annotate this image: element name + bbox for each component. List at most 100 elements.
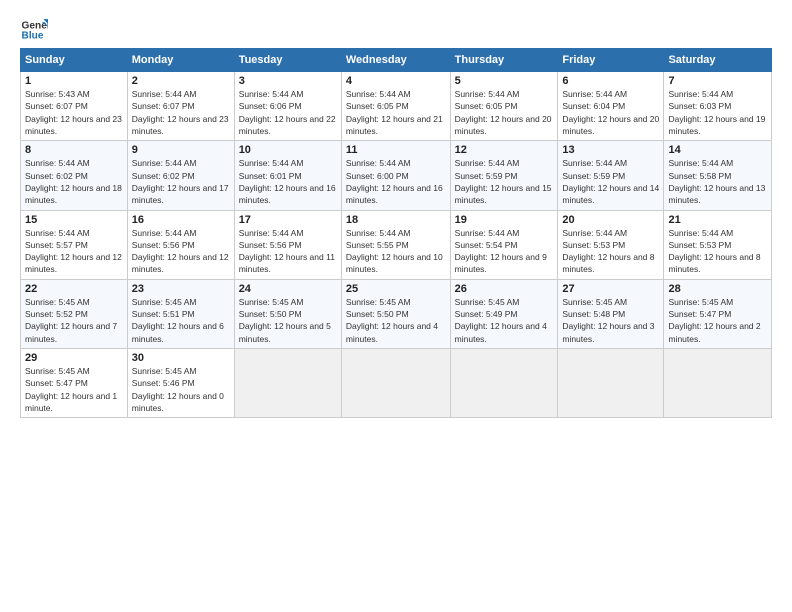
- day-number: 5: [455, 75, 554, 87]
- day-info: Sunrise: 5:44 AMSunset: 6:02 PMDaylight:…: [25, 158, 122, 205]
- day-number: 19: [455, 214, 554, 226]
- day-number: 28: [668, 283, 767, 295]
- day-number: 6: [562, 75, 659, 87]
- day-cell: 24Sunrise: 5:45 AMSunset: 5:50 PMDayligh…: [234, 279, 341, 348]
- day-info: Sunrise: 5:44 AMSunset: 5:54 PMDaylight:…: [455, 228, 547, 275]
- day-cell: [558, 349, 664, 418]
- day-cell: 19 Sunrise: 5:44 AMSunset: 5:54 PMDayligh…: [450, 210, 558, 279]
- day-cell: [341, 349, 450, 418]
- day-cell: 14Sunrise: 5:44 AMSunset: 5:58 PMDayligh…: [664, 141, 772, 210]
- day-cell: 26Sunrise: 5:45 AMSunset: 5:49 PMDayligh…: [450, 279, 558, 348]
- day-number: 25: [346, 283, 446, 295]
- day-info: Sunrise: 5:44 AMSunset: 6:02 PMDaylight:…: [132, 158, 229, 205]
- day-cell: 5 Sunrise: 5:44 AMSunset: 6:05 PMDaylight…: [450, 72, 558, 141]
- day-cell: 25 Sunrise: 5:45 AMSunset: 5:50 PMDayligh…: [341, 279, 450, 348]
- col-header-tuesday: Tuesday: [234, 49, 341, 72]
- day-number: 16: [132, 214, 230, 226]
- day-info: Sunrise: 5:44 AMSunset: 5:55 PMDaylight:…: [346, 228, 443, 275]
- day-info: Sunrise: 5:45 AMSunset: 5:50 PMDaylight:…: [346, 297, 438, 344]
- col-header-thursday: Thursday: [450, 49, 558, 72]
- day-cell: 10 Sunrise: 5:44 AMSunset: 6:01 PMDayligh…: [234, 141, 341, 210]
- day-cell: 2 Sunrise: 5:44 AMSunset: 6:07 PMDaylight…: [127, 72, 234, 141]
- day-number: 23: [132, 283, 230, 295]
- day-number: 24: [239, 283, 337, 295]
- day-info: Sunrise: 5:44 AMSunset: 5:53 PMDaylight:…: [668, 228, 760, 275]
- header: General Blue: [20, 16, 772, 44]
- day-cell: 11 Sunrise: 5:44 AMSunset: 6:00 PMDayligh…: [341, 141, 450, 210]
- day-info: Sunrise: 5:44 AMSunset: 5:57 PMDaylight:…: [25, 228, 122, 275]
- day-info: Sunrise: 5:44 AMSunset: 6:06 PMDaylight:…: [239, 89, 336, 136]
- day-info: Sunrise: 5:44 AMSunset: 5:53 PMDaylight:…: [562, 228, 654, 275]
- week-row-4: 22Sunrise: 5:45 AMSunset: 5:52 PMDayligh…: [21, 279, 772, 348]
- day-number: 13: [562, 144, 659, 156]
- day-info: Sunrise: 5:45 AMSunset: 5:52 PMDaylight:…: [25, 297, 117, 344]
- day-info: Sunrise: 5:45 AMSunset: 5:48 PMDaylight:…: [562, 297, 654, 344]
- col-header-saturday: Saturday: [664, 49, 772, 72]
- day-number: 7: [668, 75, 767, 87]
- day-info: Sunrise: 5:45 AMSunset: 5:46 PMDaylight:…: [132, 366, 224, 413]
- day-info: Sunrise: 5:45 AMSunset: 5:47 PMDaylight:…: [25, 366, 117, 413]
- day-cell: 17Sunrise: 5:44 AMSunset: 5:56 PMDayligh…: [234, 210, 341, 279]
- day-cell: 13 Sunrise: 5:44 AMSunset: 5:59 PMDayligh…: [558, 141, 664, 210]
- day-number: 27: [562, 283, 659, 295]
- week-row-2: 8 Sunrise: 5:44 AMSunset: 6:02 PMDaylight…: [21, 141, 772, 210]
- day-info: Sunrise: 5:44 AMSunset: 6:05 PMDaylight:…: [346, 89, 443, 136]
- day-cell: 1Sunrise: 5:43 AMSunset: 6:07 PMDaylight…: [21, 72, 128, 141]
- day-number: 11: [346, 144, 446, 156]
- day-cell: [450, 349, 558, 418]
- logo: General Blue: [20, 16, 48, 44]
- col-header-sunday: Sunday: [21, 49, 128, 72]
- day-cell: 29Sunrise: 5:45 AMSunset: 5:47 PMDayligh…: [21, 349, 128, 418]
- day-info: Sunrise: 5:44 AMSunset: 5:56 PMDaylight:…: [132, 228, 229, 275]
- day-cell: 7 Sunrise: 5:44 AMSunset: 6:03 PMDaylight…: [664, 72, 772, 141]
- day-info: Sunrise: 5:45 AMSunset: 5:51 PMDaylight:…: [132, 297, 224, 344]
- day-cell: 20 Sunrise: 5:44 AMSunset: 5:53 PMDayligh…: [558, 210, 664, 279]
- col-header-friday: Friday: [558, 49, 664, 72]
- week-row-1: 1Sunrise: 5:43 AMSunset: 6:07 PMDaylight…: [21, 72, 772, 141]
- day-cell: 28 Sunrise: 5:45 AMSunset: 5:47 PMDayligh…: [664, 279, 772, 348]
- day-number: 30: [132, 352, 230, 364]
- day-number: 14: [668, 144, 767, 156]
- week-row-3: 15 Sunrise: 5:44 AMSunset: 5:57 PMDayligh…: [21, 210, 772, 279]
- day-info: Sunrise: 5:44 AMSunset: 5:59 PMDaylight:…: [455, 158, 552, 205]
- week-row-5: 29Sunrise: 5:45 AMSunset: 5:47 PMDayligh…: [21, 349, 772, 418]
- day-number: 2: [132, 75, 230, 87]
- day-cell: [664, 349, 772, 418]
- day-cell: 6 Sunrise: 5:44 AMSunset: 6:04 PMDaylight…: [558, 72, 664, 141]
- day-cell: 8 Sunrise: 5:44 AMSunset: 6:02 PMDaylight…: [21, 141, 128, 210]
- day-info: Sunrise: 5:44 AMSunset: 6:00 PMDaylight:…: [346, 158, 443, 205]
- svg-text:Blue: Blue: [22, 31, 44, 42]
- day-number: 9: [132, 144, 230, 156]
- day-number: 8: [25, 144, 123, 156]
- day-cell: 23 Sunrise: 5:45 AMSunset: 5:51 PMDayligh…: [127, 279, 234, 348]
- day-info: Sunrise: 5:45 AMSunset: 5:49 PMDaylight:…: [455, 297, 547, 344]
- logo-icon: General Blue: [20, 16, 48, 44]
- day-info: Sunrise: 5:44 AMSunset: 6:07 PMDaylight:…: [132, 89, 229, 136]
- day-info: Sunrise: 5:45 AMSunset: 5:47 PMDaylight:…: [668, 297, 760, 344]
- day-number: 4: [346, 75, 446, 87]
- day-cell: 9 Sunrise: 5:44 AMSunset: 6:02 PMDaylight…: [127, 141, 234, 210]
- day-cell: 27 Sunrise: 5:45 AMSunset: 5:48 PMDayligh…: [558, 279, 664, 348]
- page: General Blue SundayMondayTuesdayWednesda…: [0, 0, 792, 428]
- day-info: Sunrise: 5:44 AMSunset: 5:59 PMDaylight:…: [562, 158, 659, 205]
- day-cell: 12 Sunrise: 5:44 AMSunset: 5:59 PMDayligh…: [450, 141, 558, 210]
- day-cell: 3Sunrise: 5:44 AMSunset: 6:06 PMDaylight…: [234, 72, 341, 141]
- day-cell: 16 Sunrise: 5:44 AMSunset: 5:56 PMDayligh…: [127, 210, 234, 279]
- day-cell: 15 Sunrise: 5:44 AMSunset: 5:57 PMDayligh…: [21, 210, 128, 279]
- day-cell: 30 Sunrise: 5:45 AMSunset: 5:46 PMDayligh…: [127, 349, 234, 418]
- day-info: Sunrise: 5:44 AMSunset: 6:01 PMDaylight:…: [239, 158, 336, 205]
- day-cell: 22Sunrise: 5:45 AMSunset: 5:52 PMDayligh…: [21, 279, 128, 348]
- day-number: 20: [562, 214, 659, 226]
- day-info: Sunrise: 5:44 AMSunset: 6:03 PMDaylight:…: [668, 89, 765, 136]
- day-info: Sunrise: 5:44 AMSunset: 6:04 PMDaylight:…: [562, 89, 659, 136]
- col-header-wednesday: Wednesday: [341, 49, 450, 72]
- calendar-table: SundayMondayTuesdayWednesdayThursdayFrid…: [20, 48, 772, 418]
- day-number: 15: [25, 214, 123, 226]
- day-number: 18: [346, 214, 446, 226]
- day-info: Sunrise: 5:43 AMSunset: 6:07 PMDaylight:…: [25, 89, 122, 136]
- day-number: 10: [239, 144, 337, 156]
- day-cell: 4 Sunrise: 5:44 AMSunset: 6:05 PMDaylight…: [341, 72, 450, 141]
- day-info: Sunrise: 5:44 AMSunset: 5:56 PMDaylight:…: [239, 228, 335, 275]
- day-info: Sunrise: 5:44 AMSunset: 6:05 PMDaylight:…: [455, 89, 552, 136]
- day-number: 12: [455, 144, 554, 156]
